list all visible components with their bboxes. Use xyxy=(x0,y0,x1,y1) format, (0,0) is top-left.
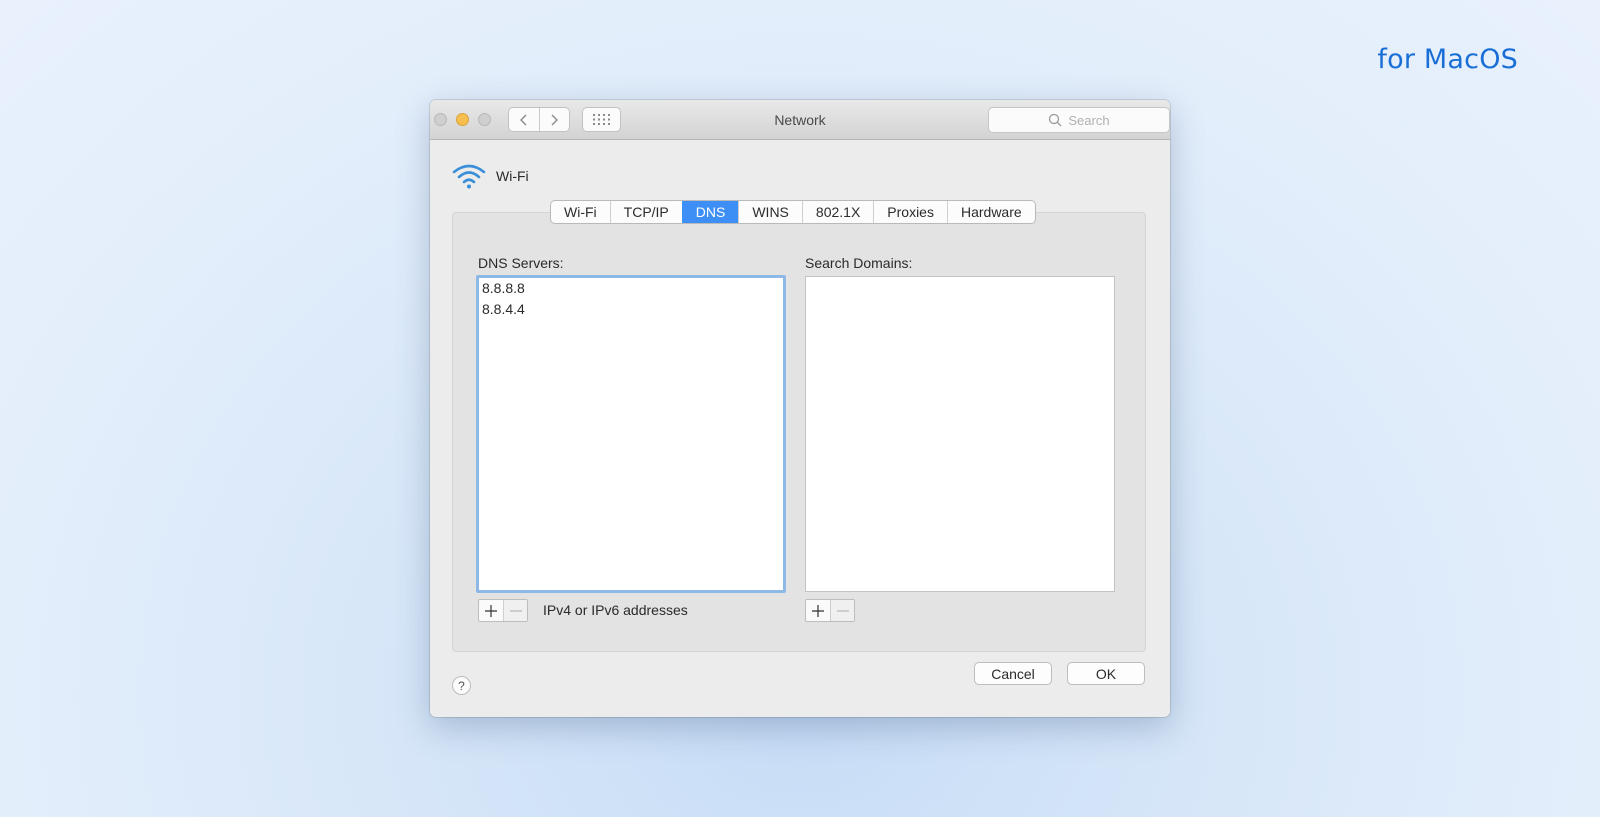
dns-server-item[interactable]: 8.8.8.8 xyxy=(479,278,783,299)
for-macos-tagline: for MacOS xyxy=(1377,44,1518,75)
add-dns-button[interactable] xyxy=(479,600,503,621)
settings-tabs: Wi-Fi TCP/IP DNS WINS 802.1X Proxies Har… xyxy=(550,200,1036,224)
network-window: Network Search Wi-Fi DNS Servers: 8.8.8.… xyxy=(430,100,1170,717)
dns-server-item[interactable]: 8.8.4.4 xyxy=(479,299,783,320)
dns-panel: DNS Servers: 8.8.8.8 8.8.4.4 IPv4 or IPv… xyxy=(452,212,1146,652)
minus-icon xyxy=(509,609,522,612)
tab-wifi[interactable]: Wi-Fi xyxy=(551,201,610,223)
tab-wins[interactable]: WINS xyxy=(738,201,802,223)
search-field[interactable]: Search xyxy=(988,107,1170,133)
dns-hint: IPv4 or IPv6 addresses xyxy=(543,602,688,618)
plus-icon xyxy=(485,604,497,617)
minus-icon xyxy=(836,609,849,612)
search-domains-label: Search Domains: xyxy=(805,255,913,271)
tab-tcpip[interactable]: TCP/IP xyxy=(609,201,682,223)
help-button[interactable]: ? xyxy=(452,676,471,695)
tab-hardware[interactable]: Hardware xyxy=(946,201,1035,223)
search-domains-add-remove-group xyxy=(805,599,855,622)
cancel-button[interactable]: Cancel xyxy=(974,662,1052,685)
tab-8021x[interactable]: 802.1X xyxy=(801,201,873,223)
title-bar: Network Search xyxy=(430,100,1170,140)
dns-add-remove-group xyxy=(478,599,528,622)
ok-button[interactable]: OK xyxy=(1067,662,1145,685)
remove-search-domain-button[interactable] xyxy=(830,600,854,621)
dns-servers-list[interactable]: 8.8.8.8 8.8.4.4 xyxy=(476,275,786,593)
interface-name: Wi-Fi xyxy=(496,168,529,184)
search-icon xyxy=(1049,113,1062,127)
add-search-domain-button[interactable] xyxy=(806,600,830,621)
plus-icon xyxy=(812,604,824,617)
interface-header: Wi-Fi xyxy=(452,163,529,189)
remove-dns-button[interactable] xyxy=(503,600,527,621)
search-placeholder: Search xyxy=(1068,112,1110,128)
search-domains-list[interactable] xyxy=(805,276,1115,592)
tab-dns[interactable]: DNS xyxy=(681,201,739,223)
tab-proxies[interactable]: Proxies xyxy=(873,201,947,223)
wifi-icon xyxy=(452,164,486,189)
dns-servers-label: DNS Servers: xyxy=(478,255,564,271)
